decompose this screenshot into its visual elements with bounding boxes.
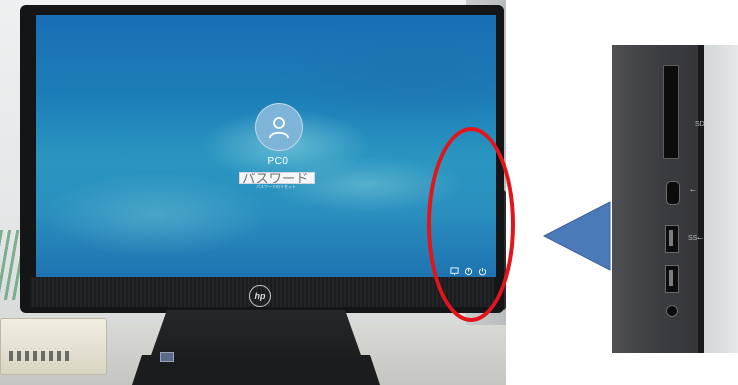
usb-c-port [666,181,680,205]
reset-password-link[interactable]: パスワードのリセット [236,184,316,190]
user-icon [255,103,303,151]
monitor-stand [150,310,362,358]
usb-a-label: SS⭠ [688,235,703,242]
intel-sticker [160,352,174,362]
background-wall [698,45,738,353]
sd-label: SD [695,121,705,128]
usb-a-port-2 [665,265,679,293]
highlight-ellipse [427,127,515,322]
password-input[interactable] [239,172,315,184]
usb-a-port-1 [665,225,679,253]
network-switch [0,318,107,375]
sd-card-slot [663,65,679,159]
usb-c-label: ⭠ [690,187,696,194]
arrow-left-icon [542,201,611,271]
hp-logo: hp [249,285,271,307]
username-label: PC0 [267,156,289,167]
monitor-edge [698,45,704,353]
side-ports-photo: SD ⭠ SS⭠ [612,45,738,353]
audio-jack [666,305,678,317]
